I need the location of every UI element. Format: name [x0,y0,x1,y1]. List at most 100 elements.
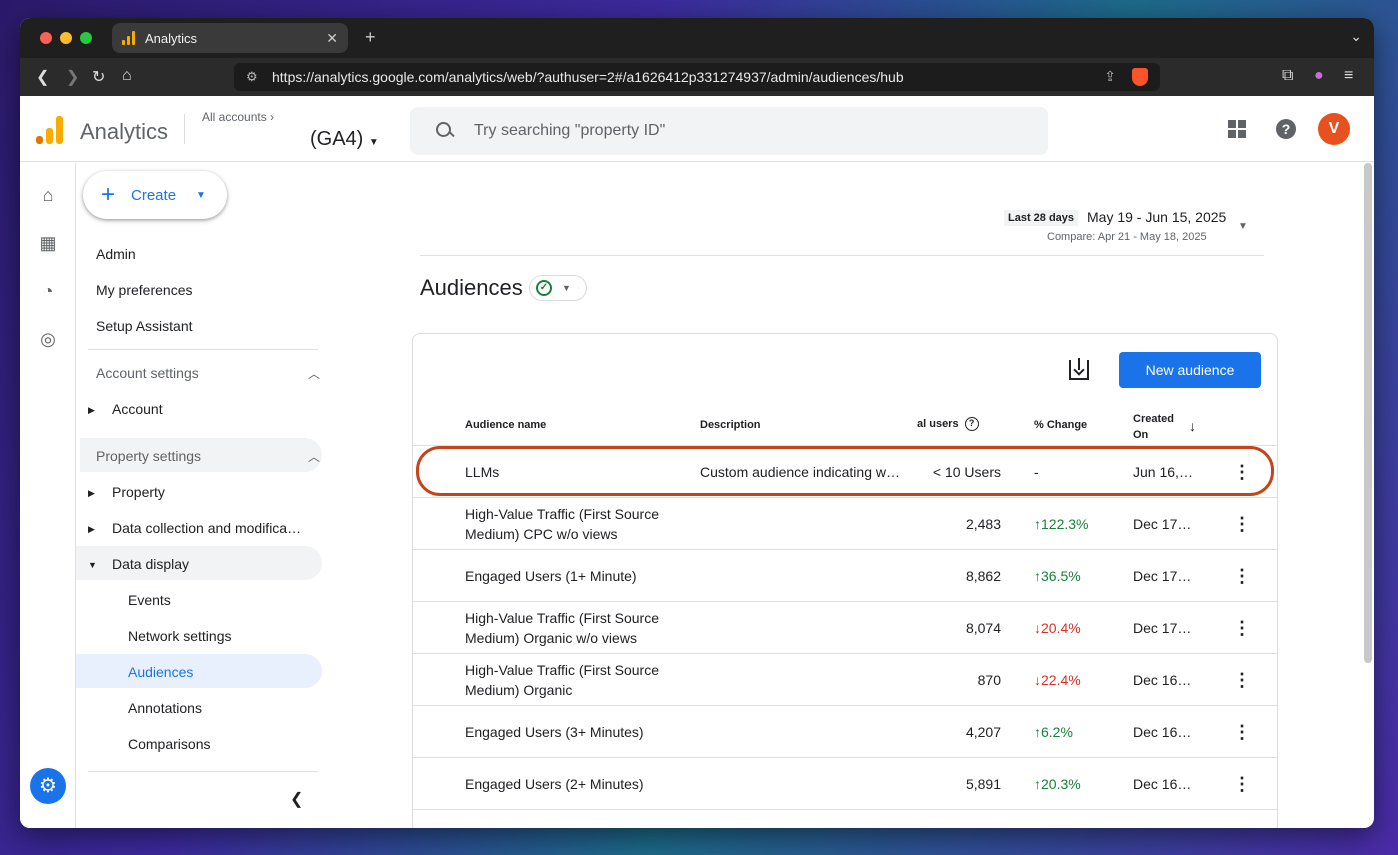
minimize-window-button[interactable] [60,32,72,44]
download-icon[interactable] [1069,358,1089,380]
more-options-icon[interactable]: ⋮ [1233,774,1251,794]
extensions-icon[interactable]: ⧉ [1282,67,1293,85]
forward-icon[interactable]: ❯ [66,67,79,87]
property-selector[interactable]: (GA4) ▼ [310,128,379,151]
total-users: 5,891 [965,776,1001,792]
help-circle-icon[interactable]: ? [964,417,979,431]
sidebar-item-data-collection[interactable]: Data collection and modifica… [112,520,301,536]
avatar[interactable]: V [1318,113,1350,145]
new-tab-button[interactable]: + [365,27,376,48]
date-dropdown-icon[interactable]: ▼ [1238,221,1248,232]
chevron-up-icon[interactable]: ︿ [308,448,320,465]
maximize-window-button[interactable] [80,32,92,44]
sidebar-item-events[interactable]: Events [128,592,171,608]
more-options-icon[interactable]: ⋮ [1233,514,1251,534]
tab-close-icon[interactable]: ✕ [326,30,338,47]
chevron-up-icon[interactable]: ︿ [308,365,320,382]
table-row[interactable]: Engaged Users (2+ Minutes) 5,891 ↑20.3% Dec… [413,758,1277,810]
create-button[interactable]: + Create ▼ [83,171,227,219]
profile-icon[interactable]: ● [1314,67,1324,85]
audience-name[interactable]: High-Value Traffic (First Source Medium)… [465,660,685,700]
reports-icon[interactable]: ▦ [37,233,59,255]
header-audience-name[interactable]: Audience name [465,419,546,431]
expand-triangle-icon[interactable]: ▶ [88,405,95,416]
created-on: Dec 17, … [1133,568,1193,584]
browser-window: Analytics ✕ + ⌄ ❮ ❯ ↻ ⌂ ⚙ https://analyt… [20,18,1374,828]
page-title: Audiences [420,275,523,300]
collapse-triangle-icon[interactable]: ▼ [88,560,97,570]
sidebar-item-setup-assistant[interactable]: Setup Assistant [96,318,193,334]
more-options-icon[interactable]: ⋮ [1233,670,1251,690]
expand-triangle-icon[interactable]: ▶ [88,488,95,499]
more-options-icon[interactable]: ⋮ [1233,618,1251,638]
header-change[interactable]: % Change [1034,419,1087,431]
created-on: Dec 17, … [1133,620,1193,636]
close-window-button[interactable] [40,32,52,44]
created-on: Dec 17, … [1133,516,1193,532]
table-row[interactable]: High-Value Traffic (First Source Medium)… [413,602,1277,654]
sidebar-item-annotations[interactable]: Annotations [128,700,202,716]
explore-icon[interactable]: ◔ [37,281,59,303]
table-row[interactable]: High-Value Traffic (First Source Medium)… [413,498,1277,550]
header-description[interactable]: Description [700,419,761,431]
sort-descending-icon[interactable]: ↓ [1189,418,1196,434]
search-bar[interactable] [410,107,1048,155]
apps-grid-icon[interactable] [1228,120,1246,138]
tab-list-chevron-icon[interactable]: ⌄ [1350,28,1362,45]
percent-change-value: 6.2% [1041,724,1073,740]
sidebar-item-my-preferences[interactable]: My preferences [96,282,192,298]
menu-icon[interactable]: ≡ [1344,67,1353,85]
percent-change: ↑36.5% [1034,566,1081,586]
browser-tab[interactable]: Analytics ✕ [112,23,348,53]
address-bar[interactable]: ⚙ https://analytics.google.com/analytics… [234,63,1160,91]
property-settings-header[interactable]: Property settings [96,448,201,464]
admin-gear-icon[interactable]: ⚙ [30,768,66,804]
expand-triangle-icon[interactable]: ▶ [88,524,95,535]
sidebar-item-audiences[interactable]: Audiences [128,664,193,680]
table-row[interactable]: High-Value Traffic (First Source Medium)… [413,654,1277,706]
more-options-icon[interactable]: ⋮ [1233,722,1251,742]
table-row[interactable]: Engaged Users (3+ Minutes) 4,207 ↑6.2% Dec … [413,706,1277,758]
table-row[interactable]: Engaged Users (1+ Minute) 8,862 ↑36.5% Dec … [413,550,1277,602]
help-icon[interactable]: ? [1276,119,1296,139]
sidebar-item-network-settings[interactable]: Network settings [128,628,231,644]
header-created-on[interactable]: Created On [1133,411,1183,443]
audience-name[interactable]: Engaged Users (3+ Minutes) [465,722,685,742]
date-preset-label: Last 28 days [1004,210,1079,226]
audiences-table-card: New audience Audience name Description a… [412,333,1278,828]
audience-name[interactable]: High-Value Traffic (First Source Medium)… [465,504,685,544]
new-audience-button[interactable]: New audience [1119,352,1261,388]
sidebar-divider [88,349,318,350]
audience-name[interactable]: Engaged Users (2+ Minutes) [465,774,685,794]
audience-name[interactable]: High-Value Traffic (First Source Medium)… [465,608,685,648]
status-chip[interactable]: ✓ ▼ [529,275,587,301]
site-settings-icon[interactable]: ⚙ [246,69,258,85]
sidebar-item-property[interactable]: Property [112,484,165,500]
account-settings-header[interactable]: Account settings [96,365,199,381]
total-users: 2,483 [965,516,1001,532]
date-compare: Compare: Apr 21 - May 18, 2025 [1047,231,1207,243]
percent-change-value: 122.3% [1041,516,1089,532]
collapse-sidebar-icon[interactable]: ❮ [290,789,303,809]
search-input[interactable] [474,122,974,140]
back-icon[interactable]: ❮ [36,67,49,87]
sidebar-item-data-display[interactable]: Data display [112,556,189,572]
percent-change: ↑6.2% [1034,722,1073,742]
date-range[interactable]: May 19 - Jun 15, 2025 [1087,209,1226,225]
share-icon[interactable]: ⇪ [1104,68,1116,85]
advertising-icon[interactable]: ◎ [37,329,59,351]
analytics-logo-icon[interactable] [36,116,63,144]
brave-shields-icon[interactable] [1132,68,1148,86]
chevron-down-icon: ▼ [562,283,571,293]
audience-name[interactable]: Engaged Users (1+ Minute) [465,566,685,586]
sidebar-item-admin[interactable]: Admin [96,246,136,262]
sidebar-item-comparisons[interactable]: Comparisons [128,736,210,752]
more-options-icon[interactable]: ⋮ [1233,566,1251,586]
scrollbar[interactable] [1364,163,1372,663]
home-nav-icon[interactable]: ⌂ [37,185,59,207]
header-total-users[interactable]: al users? [917,417,979,431]
reload-icon[interactable]: ↻ [92,67,105,87]
all-accounts-link[interactable]: All accounts › [202,110,274,124]
sidebar-item-account[interactable]: Account [112,401,163,417]
home-icon[interactable]: ⌂ [122,67,132,85]
